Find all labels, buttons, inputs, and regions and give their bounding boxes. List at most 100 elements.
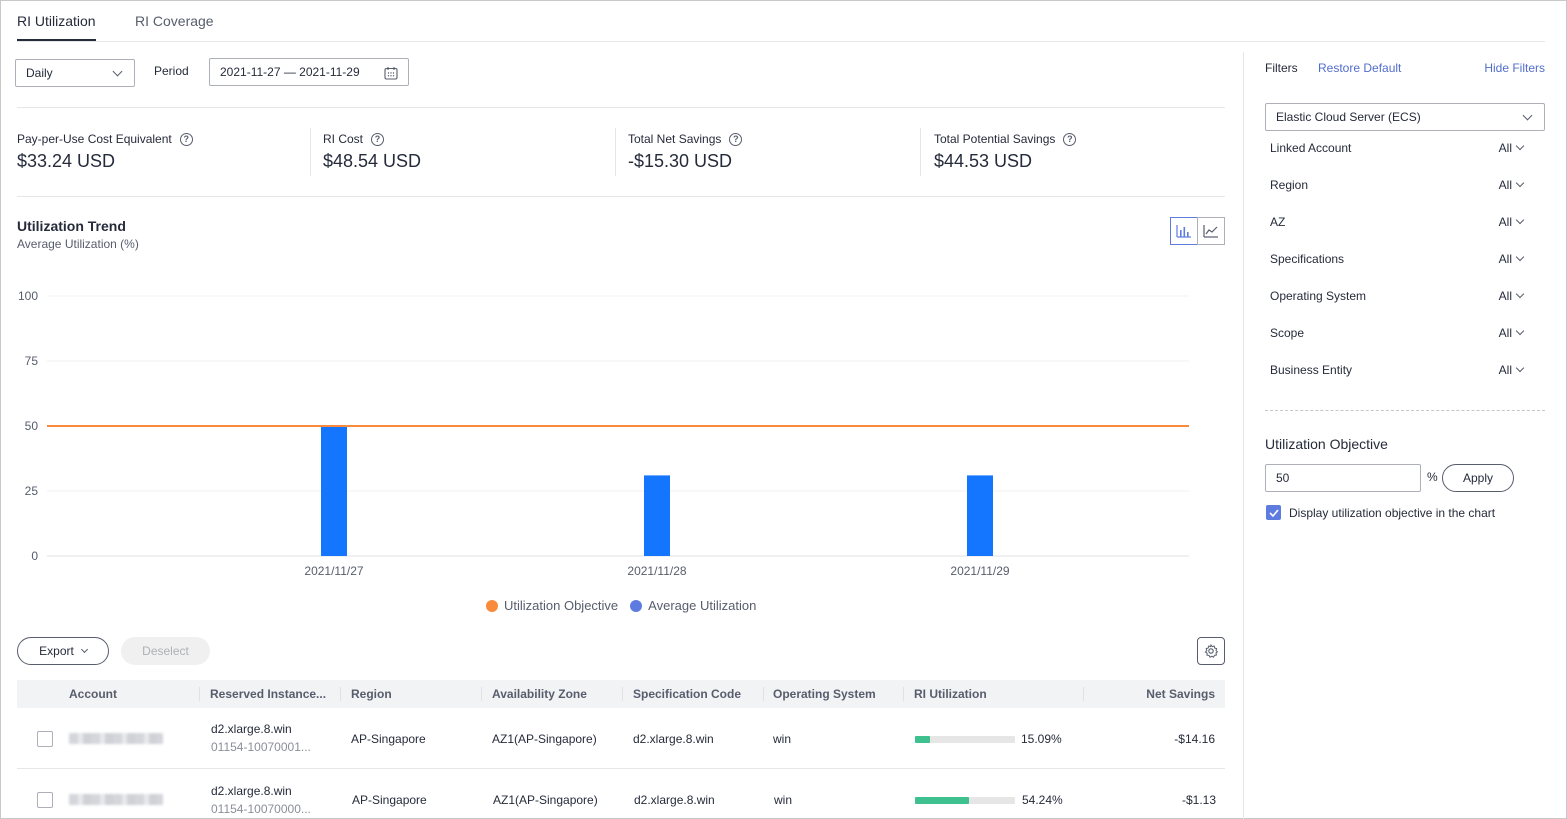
legend-average-label[interactable]: Average Utilization [648, 598, 756, 613]
filter-value-select[interactable]: All [1499, 215, 1525, 229]
bar-average-utilization[interactable] [321, 426, 347, 556]
table-header: Account Reserved Instance... Region Avai… [17, 680, 1225, 708]
region-cell: AP-Singapore [352, 793, 427, 807]
column-header-region[interactable]: Region [351, 687, 392, 701]
metric-value: -$15.30 USD [628, 151, 733, 171]
table-row: d2.xlarge.8.win 01154-10070001... AP-Sin… [17, 708, 1225, 769]
filter-value: All [1498, 178, 1512, 192]
line-chart-toggle[interactable] [1197, 217, 1225, 245]
row-checkbox[interactable] [37, 792, 53, 808]
apply-button[interactable]: Apply [1442, 464, 1514, 492]
filter-value-select[interactable]: All [1498, 178, 1525, 192]
ri-name: d2.xlarge.8.win [211, 784, 292, 798]
help-icon[interactable]: ? [1063, 132, 1077, 146]
filter-label: Operating System [1270, 289, 1367, 303]
ri-id[interactable]: 01154-10070001... [211, 740, 311, 754]
help-icon[interactable]: ? [179, 132, 193, 146]
chevron-down-icon [1515, 252, 1525, 262]
divider [310, 128, 311, 176]
column-separator [622, 687, 623, 701]
chevron-down-icon [1515, 178, 1525, 188]
help-icon[interactable]: ? [371, 132, 385, 146]
az-cell: AZ1(AP-Singapore) [493, 793, 598, 807]
help-icon[interactable]: ? [729, 132, 743, 146]
dashed-divider [1265, 410, 1545, 411]
bar-chart-toggle[interactable] [1170, 217, 1198, 245]
filter-label: Specifications [1270, 252, 1345, 266]
chart-legend: Utilization Objective Average Utilizatio… [486, 598, 756, 613]
filter-az[interactable]: AZ All [1270, 215, 1535, 229]
period-date-range-picker[interactable]: 2021-11-27 — 2021-11-29 [209, 58, 409, 86]
ri-id[interactable]: 01154-10070000... [211, 802, 311, 816]
metric-value: $44.53 USD [934, 151, 1033, 171]
filter-label: Scope [1270, 326, 1305, 340]
filter-value-select[interactable]: All [1498, 252, 1525, 266]
filter-linked-account[interactable]: Linked Account All [1270, 141, 1535, 155]
filter-label: AZ [1270, 215, 1286, 229]
table-settings-button[interactable] [1197, 637, 1225, 665]
filter-region[interactable]: Region All [1270, 178, 1535, 192]
granularity-select[interactable]: Daily [15, 59, 135, 87]
chevron-down-icon [1515, 141, 1525, 151]
filter-value-select[interactable]: All [1499, 326, 1525, 340]
account-redacted [69, 733, 163, 744]
tab-ri-coverage[interactable]: RI Coverage [135, 13, 214, 29]
spec-cell: d2.xlarge.8.win [634, 793, 715, 807]
column-header-net-savings[interactable]: Net Savings [1146, 687, 1215, 701]
filter-scope[interactable]: Scope All [1270, 326, 1535, 340]
metric-potential-savings: Total Potential Savings? $44.53 USD [934, 132, 1077, 172]
row-checkbox[interactable] [37, 731, 53, 747]
export-button[interactable]: Export [17, 637, 109, 665]
chevron-down-icon [1522, 110, 1533, 121]
column-header-reserved-instance[interactable]: Reserved Instance... [210, 687, 326, 701]
chevron-down-icon [1515, 215, 1525, 225]
y-tick-label: 0 [31, 549, 38, 563]
filter-value-select[interactable]: All [1498, 363, 1525, 377]
column-separator [481, 687, 482, 701]
service-select[interactable]: Elastic Cloud Server (ECS) [1265, 103, 1545, 131]
column-header-ri-utilization[interactable]: RI Utilization [914, 687, 987, 701]
objective-input[interactable]: 50 [1265, 464, 1421, 492]
filter-value-select[interactable]: All [1499, 289, 1525, 303]
filter-value-select[interactable]: All [1499, 141, 1525, 155]
column-separator [199, 687, 200, 701]
filter-value: All [1498, 252, 1512, 266]
filter-business-entity[interactable]: Business Entity All [1270, 363, 1535, 377]
chevron-down-icon [112, 66, 123, 77]
filter-operating-system[interactable]: Operating System All [1270, 289, 1535, 303]
metric-ri-cost: RI Cost? $48.54 USD [323, 132, 421, 172]
metric-value: $33.24 USD [17, 151, 116, 171]
column-header-specification-code[interactable]: Specification Code [633, 687, 741, 701]
az-cell: AZ1(AP-Singapore) [492, 732, 597, 746]
divider [920, 128, 921, 176]
bar-average-utilization[interactable] [644, 475, 670, 556]
tab-bar: RI Utilization RI Coverage [17, 0, 1545, 42]
filter-specifications[interactable]: Specifications All [1270, 252, 1535, 266]
deselect-button[interactable]: Deselect [121, 637, 210, 665]
filter-label: Region [1270, 178, 1309, 192]
column-header-account[interactable]: Account [69, 687, 117, 701]
hide-filters-link[interactable]: Hide Filters [1484, 61, 1545, 75]
service-value: Elastic Cloud Server (ECS) [1276, 110, 1421, 124]
y-tick-label: 100 [18, 289, 38, 303]
legend-objective-label[interactable]: Utilization Objective [504, 598, 618, 613]
y-tick-label: 50 [25, 419, 39, 433]
filter-value: All [1498, 363, 1512, 377]
x-tick-label: 2021/11/29 [950, 564, 1009, 578]
os-cell: win [773, 732, 792, 746]
utilization-progress-fill [915, 736, 931, 743]
tab-ri-utilization[interactable]: RI Utilization [17, 13, 96, 29]
metric-net-savings: Total Net Savings? -$15.30 USD [628, 132, 743, 172]
metric-payperuse: Pay-per-Use Cost Equivalent? $33.24 USD [17, 132, 193, 172]
restore-default-link[interactable]: Restore Default [1318, 61, 1401, 75]
column-header-availability-zone[interactable]: Availability Zone [492, 687, 587, 701]
calendar-icon [384, 67, 398, 80]
objective-title: Utilization Objective [1265, 436, 1388, 452]
gear-icon [1204, 644, 1218, 658]
net-savings-cell: -$14.16 [1174, 732, 1215, 746]
net-savings-cell: -$1.13 [1181, 793, 1216, 807]
display-objective-checkbox[interactable] [1266, 505, 1281, 520]
line-chart-icon [1203, 225, 1218, 238]
bar-average-utilization[interactable] [967, 475, 993, 556]
column-header-operating-system[interactable]: Operating System [773, 687, 876, 701]
